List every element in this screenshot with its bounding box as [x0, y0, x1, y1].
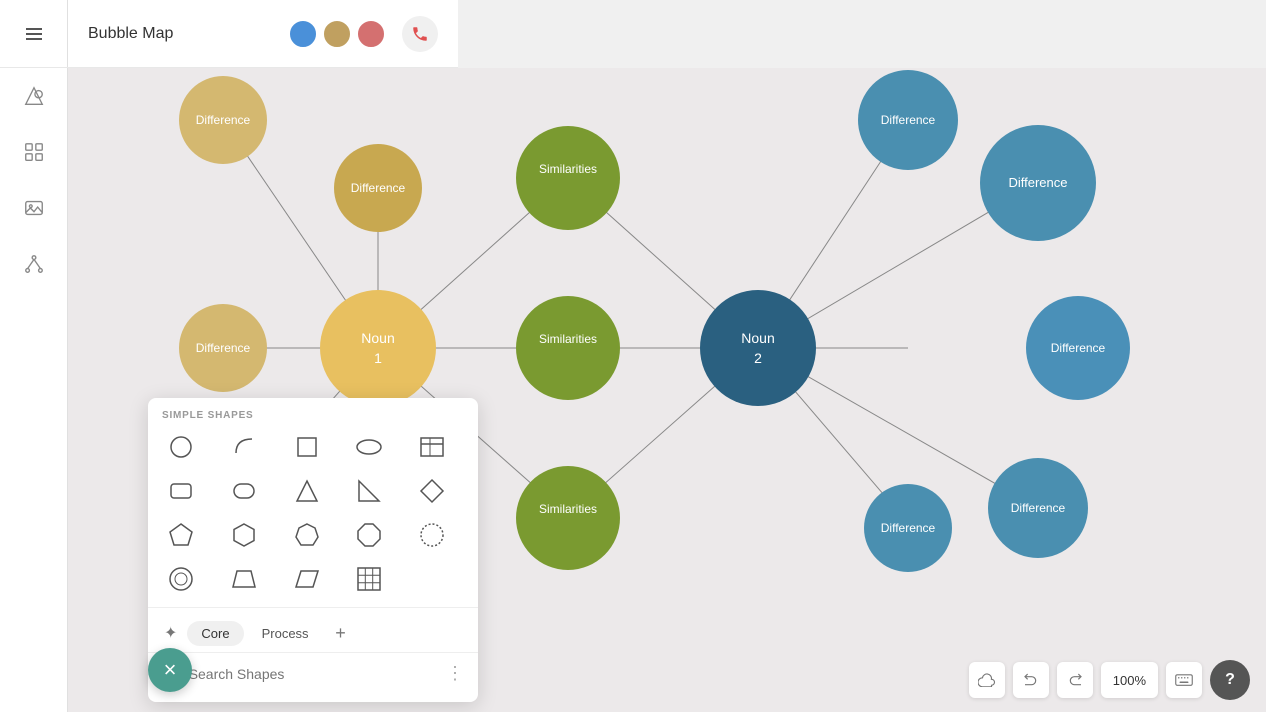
shapes-panel: SIMPLE SHAPES [148, 398, 478, 702]
shape-diamond[interactable] [409, 471, 455, 511]
shapes-section-label: SIMPLE SHAPES [148, 398, 478, 427]
search-input[interactable] [189, 666, 438, 682]
svg-text:Difference: Difference [196, 113, 251, 127]
bottom-bar: 100% ? [953, 648, 1266, 712]
avatar-2 [322, 19, 352, 49]
shape-ellipse[interactable] [346, 427, 392, 467]
shape-pentagon[interactable] [158, 515, 204, 555]
svg-text:Difference: Difference [881, 521, 936, 535]
shape-circle[interactable] [158, 427, 204, 467]
call-button[interactable] [402, 16, 438, 52]
svg-text:Noun: Noun [741, 330, 774, 346]
shape-hexagon[interactable] [221, 515, 267, 555]
keyboard-button[interactable] [1166, 662, 1202, 698]
bubble-sim3[interactable] [516, 466, 620, 570]
wand-icon[interactable]: ✦ [158, 618, 183, 648]
sidebar-icon-image[interactable] [0, 180, 68, 236]
shapes-grid [148, 427, 478, 599]
shape-rounded-rect2[interactable] [221, 471, 267, 511]
main-area: Bubble Map [68, 0, 1266, 712]
fab-button[interactable]: × [148, 648, 192, 692]
cloud-button[interactable] [969, 662, 1005, 698]
shape-triangle[interactable] [284, 471, 330, 511]
shape-tabs: ✦ Core Process + [148, 607, 478, 648]
bubble-noun2[interactable] [700, 290, 816, 406]
sidebar-icon-shapes[interactable] [0, 68, 68, 124]
sidebar-icon-grid[interactable] [0, 124, 68, 180]
sidebar-icon-diagram[interactable] [0, 236, 68, 292]
sidebar [0, 0, 68, 712]
zoom-display: 100% [1101, 662, 1158, 698]
titlebar: Bubble Map [68, 0, 458, 68]
shape-octagon[interactable] [346, 515, 392, 555]
shape-table[interactable] [409, 427, 455, 467]
avatar-1 [288, 19, 318, 49]
svg-text:1: 1 [374, 350, 382, 366]
svg-text:Difference: Difference [881, 113, 936, 127]
shape-square[interactable] [284, 427, 330, 467]
bubble-noun1[interactable] [320, 290, 436, 406]
svg-text:Difference: Difference [1051, 341, 1106, 355]
svg-text:Difference: Difference [351, 181, 406, 195]
avatar-3 [356, 19, 386, 49]
svg-text:Similarities: Similarities [539, 332, 597, 346]
svg-text:Difference: Difference [196, 341, 251, 355]
svg-text:Noun: Noun [361, 330, 394, 346]
shape-grid[interactable] [346, 559, 392, 599]
svg-text:2: 2 [754, 350, 762, 366]
bubble-sim1[interactable] [516, 126, 620, 230]
svg-text:Difference: Difference [1011, 501, 1066, 515]
shape-ring[interactable] [158, 559, 204, 599]
page-title: Bubble Map [88, 25, 173, 43]
shape-arc[interactable] [221, 427, 267, 467]
svg-text:Similarities: Similarities [539, 502, 597, 516]
shape-circle2[interactable] [409, 515, 455, 555]
shape-parallelogram[interactable] [284, 559, 330, 599]
tab-process[interactable]: Process [248, 621, 323, 646]
tab-add-button[interactable]: + [327, 619, 355, 647]
shape-trapezoid[interactable] [221, 559, 267, 599]
shape-rounded-rect[interactable] [158, 471, 204, 511]
canvas-area[interactable]: Noun 1 Noun 2 Similarities Similarities … [68, 68, 1266, 712]
svg-text:Difference: Difference [1008, 175, 1067, 190]
bubble-sim2[interactable] [516, 296, 620, 400]
more-options-icon[interactable]: ⋮ [446, 663, 464, 684]
shape-heptagon[interactable] [284, 515, 330, 555]
tab-core[interactable]: Core [187, 621, 243, 646]
search-bar: 🔍 ⋮ [148, 652, 478, 694]
undo-button[interactable] [1013, 662, 1049, 698]
help-button[interactable]: ? [1210, 660, 1250, 700]
menu-button[interactable] [0, 0, 68, 68]
collaborator-avatars [288, 19, 386, 49]
redo-button[interactable] [1057, 662, 1093, 698]
svg-text:Similarities: Similarities [539, 162, 597, 176]
shape-right-triangle[interactable] [346, 471, 392, 511]
